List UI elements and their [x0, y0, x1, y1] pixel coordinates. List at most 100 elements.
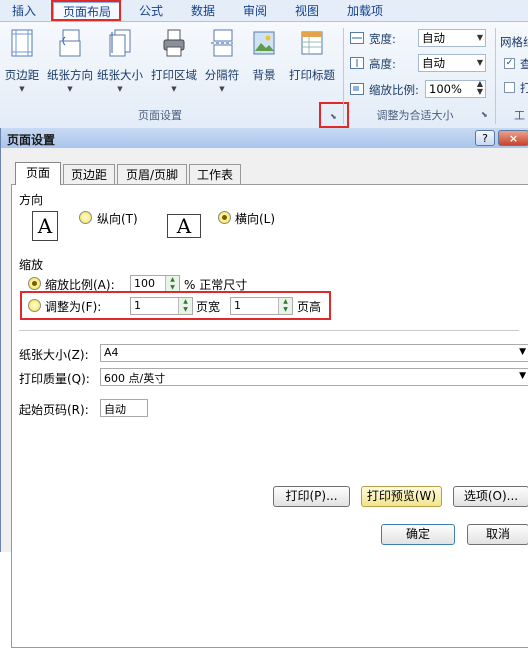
scale-icon [350, 83, 364, 95]
highlight-box-fit-to [20, 291, 331, 320]
chevron-down-icon: ▼ [117, 85, 123, 93]
breaks-icon [211, 29, 233, 57]
ribbon-body: 页边距 ▼ 纸张方向 ▼ 纸张大小 ▼ 打印区域 ▼ 分隔符 ▼ 背景 打印标题… [0, 21, 528, 128]
chevron-down-icon: ▼ [476, 58, 483, 67]
group-separator [495, 28, 496, 124]
tab-header-footer[interactable]: 页眉/页脚 [117, 164, 187, 184]
tab-page[interactable]: 页面 [15, 162, 61, 185]
paper-size-label: 纸张大小 [97, 68, 143, 82]
ribbon-tab-bar: 插入 页面布局 公式 数据 审阅 视图 加载项 [0, 0, 528, 21]
margins-icon [11, 29, 33, 57]
spin-up-icon: ▲ [166, 276, 179, 284]
options-button[interactable]: 选项(O)... [453, 486, 528, 507]
spin-arrows-icon: ▲ ▼ [476, 79, 483, 96]
orientation-button[interactable]: 纸张方向 ▼ [47, 27, 93, 105]
first-page-label: 起始页码(R): [19, 403, 89, 417]
height-value: 自动 [422, 56, 445, 70]
print-quality-value: 600 点/英寸 [104, 372, 166, 385]
background-button[interactable]: 背景 [242, 27, 286, 105]
print-quality-select[interactable]: 600 点/英寸 ▼ [100, 368, 528, 386]
breaks-button[interactable]: 分隔符 ▼ [200, 27, 244, 105]
spin-buttons[interactable]: ▲ ▼ [165, 276, 179, 292]
width-label: 宽度: [369, 32, 396, 46]
first-page-input[interactable]: 自动 [100, 399, 148, 417]
scale-group-label: 调整为合适大小 [376, 109, 454, 122]
height-combo[interactable]: 自动 ▼ [418, 54, 486, 72]
highlight-box-tab [51, 0, 121, 21]
adjust-to-radio[interactable] [28, 277, 41, 290]
chevron-down-icon: ▼ [67, 85, 73, 93]
height-icon [350, 57, 364, 69]
paper-size-select[interactable]: A4 ▼ [100, 344, 528, 362]
gridlines-view-label: 查 [520, 57, 528, 71]
sheet-options-group-label: 工 [514, 109, 525, 122]
scale-label: 缩放比例: [369, 83, 419, 97]
portrait-label: 纵向(T) [97, 212, 138, 226]
dialog-launcher-icon[interactable]: ⬊ [481, 110, 488, 119]
tab-review[interactable]: 审阅 [234, 2, 276, 20]
portrait-radio[interactable] [79, 211, 92, 224]
cancel-button[interactable]: 取消 [467, 524, 528, 545]
height-row: 高度: 自动 ▼ [350, 54, 510, 74]
help-button[interactable]: ? [475, 130, 495, 146]
check-icon: ✓ [505, 58, 514, 68]
portrait-icon: A [32, 211, 58, 241]
tab-sheet[interactable]: 工作表 [189, 164, 241, 184]
gridlines-view-checkbox[interactable]: ✓ [504, 58, 515, 69]
tab-view[interactable]: 视图 [286, 2, 328, 20]
print-preview-button[interactable]: 打印预览(W) [361, 486, 442, 507]
print-button[interactable]: 打印(P)... [273, 486, 350, 507]
adjust-to-value: 100 [134, 277, 155, 290]
paper-size-value: A4 [104, 346, 119, 359]
width-value: 自动 [422, 31, 445, 45]
close-button[interactable]: × [498, 130, 528, 146]
chevron-down-icon: ▼ [519, 347, 526, 357]
height-label: 高度: [369, 57, 396, 71]
tab-margins[interactable]: 页边距 [63, 164, 115, 184]
scaling-heading: 缩放 [19, 258, 44, 272]
tab-insert[interactable]: 插入 [4, 2, 44, 20]
landscape-icon: A [167, 214, 201, 238]
landscape-radio[interactable] [218, 211, 231, 224]
dialog-title: 页面设置 [7, 133, 56, 147]
orientation-icon [59, 29, 81, 57]
gridlines-print-label: 打 [520, 81, 528, 95]
chevron-down-icon: ▼ [219, 85, 225, 93]
group-separator [343, 28, 344, 124]
chevron-down-icon: ▼ [171, 85, 177, 93]
width-row: 宽度: 自动 ▼ [350, 29, 510, 49]
width-combo[interactable]: 自动 ▼ [418, 29, 486, 47]
print-titles-label: 打印标题 [289, 68, 335, 82]
paper-size-button[interactable]: 纸张大小 ▼ [97, 27, 143, 105]
landscape-label: 横向(L) [235, 212, 276, 226]
paper-size-label: 纸张大小(Z): [19, 348, 89, 362]
page-setup-group-label: 页面设置 [138, 109, 182, 122]
background-icon [253, 31, 275, 55]
orientation-heading: 方向 [19, 193, 44, 207]
page-setup-dialog: 页面设置 ? × 页面 页边距 页眉/页脚 工作表 方向 A 纵向(T) A 横… [0, 128, 528, 648]
chevron-down-icon: ▼ [19, 85, 25, 93]
chevron-down-icon: ▼ [519, 371, 526, 381]
highlight-box-launcher [319, 102, 349, 128]
print-titles-icon [301, 31, 323, 55]
print-titles-button[interactable]: 打印标题 [289, 27, 335, 105]
print-quality-label: 打印质量(Q): [19, 372, 90, 386]
orientation-label: 纸张方向 [47, 68, 93, 82]
first-page-value: 自动 [104, 403, 126, 416]
gridlines-label: 网格线 [500, 35, 528, 49]
dialog-title-bar: 页面设置 ? × [1, 128, 528, 148]
scale-row: 缩放比例: 100% ▲ ▼ [350, 80, 510, 100]
print-area-button[interactable]: 打印区域 ▼ [151, 27, 197, 105]
scale-value: 100% [429, 82, 462, 96]
paper-size-icon [109, 29, 131, 57]
tab-addins[interactable]: 加载项 [338, 2, 392, 20]
width-icon [350, 32, 364, 44]
margins-button[interactable]: 页边距 ▼ [0, 27, 44, 105]
tab-formulas[interactable]: 公式 [130, 2, 172, 20]
ok-button[interactable]: 确定 [381, 524, 455, 545]
print-area-icon [163, 29, 185, 57]
chevron-down-icon: ▼ [476, 33, 483, 42]
tab-data[interactable]: 数据 [182, 2, 224, 20]
gridlines-print-checkbox[interactable] [504, 82, 515, 93]
scale-spin[interactable]: 100% ▲ ▼ [425, 80, 486, 98]
